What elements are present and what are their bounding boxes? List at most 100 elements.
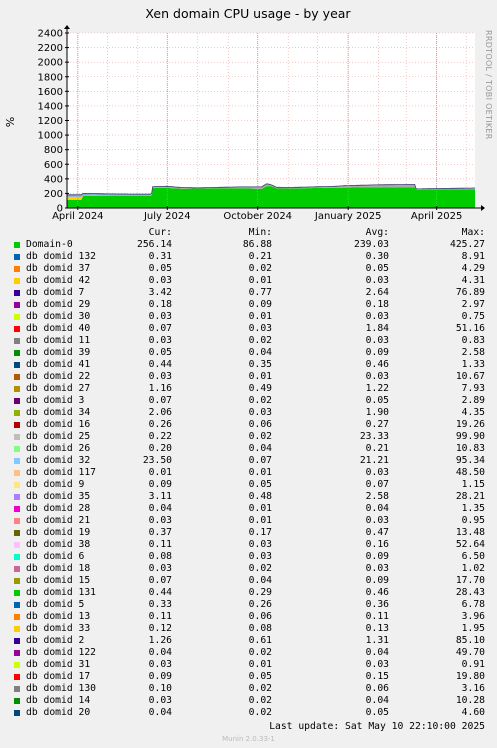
- x-tick-label: April 2024: [52, 211, 103, 222]
- legend-cur-value: 0.09: [148, 671, 172, 682]
- legend-series-name: db domid 33: [26, 623, 91, 634]
- legend-row: db domid 27 1.16 0.49 1.22 7.93: [12, 383, 487, 395]
- legend-min-value: 0.03: [248, 407, 272, 418]
- legend-max-value: 2.97: [461, 299, 485, 310]
- legend-min-value: 0.01: [248, 275, 272, 286]
- legend-cur-value: 0.31: [148, 251, 172, 262]
- legend-max-value: 3.96: [461, 611, 485, 622]
- legend-avg-value: 0.05: [365, 707, 389, 718]
- legend-series-name: db domid 28: [26, 503, 91, 514]
- legend-cur-value: 0.05: [148, 263, 172, 274]
- legend-row: db domid 34 2.06 0.03 1.90 4.35: [12, 407, 487, 419]
- legend-series-name: db domid 40: [26, 323, 91, 334]
- legend-swatch: [14, 638, 20, 644]
- legend-series-name: db domid 34: [26, 407, 91, 418]
- legend-row: db domid 35 3.11 0.48 2.58 28.21: [12, 491, 487, 503]
- legend-min-value: 0.09: [248, 299, 272, 310]
- legend-row: db domid 39 0.05 0.04 0.09 2.58: [12, 347, 487, 359]
- legend-max-value: 6.50: [461, 551, 485, 562]
- legend-avg-value: 0.04: [365, 647, 389, 658]
- legend-swatch: [14, 254, 20, 260]
- legend-avg-value: 0.18: [365, 299, 389, 310]
- legend-min-value: 0.29: [248, 587, 272, 598]
- legend-table: Cur: Min: Avg: Max: Domain-0 256.14 86.88 2…: [12, 227, 487, 719]
- legend-min-value: 0.77: [248, 287, 272, 298]
- legend-cur-value: 0.09: [148, 479, 172, 490]
- header-avg: Avg:: [365, 227, 389, 238]
- legend-avg-value: 0.03: [365, 311, 389, 322]
- y-axis-label: %: [4, 117, 17, 127]
- legend-swatch: [14, 698, 20, 704]
- rrdtool-credit: RRDTOOL / TOBI OETIKER: [484, 30, 493, 140]
- legend-min-value: 0.03: [248, 539, 272, 550]
- legend-min-value: 0.04: [248, 347, 272, 358]
- x-tick-label: October 2024: [223, 211, 292, 222]
- legend-cur-value: 0.03: [148, 335, 172, 346]
- legend-swatch: [14, 602, 20, 608]
- legend-row: db domid 2 1.26 0.61 1.31 85.10: [12, 635, 487, 647]
- legend-min-value: 86.88: [242, 239, 272, 250]
- legend-max-value: 0.75: [461, 311, 485, 322]
- legend-swatch: [14, 674, 20, 680]
- legend-cur-value: 0.22: [148, 431, 172, 442]
- legend-avg-value: 0.15: [365, 671, 389, 682]
- legend-max-value: 10.83: [455, 443, 485, 454]
- legend-swatch: [14, 350, 20, 356]
- legend-swatch: [14, 434, 20, 440]
- legend-row: db domid 13 0.11 0.06 0.11 3.96: [12, 611, 487, 623]
- legend-min-value: 0.03: [248, 551, 272, 562]
- y-tick-label: 1400: [38, 101, 63, 112]
- legend-avg-value: 23.33: [359, 431, 389, 442]
- legend-series-name: db domid 2: [26, 635, 85, 646]
- legend-min-value: 0.06: [248, 611, 272, 622]
- legend-row: db domid 17 0.09 0.05 0.15 19.80: [12, 671, 487, 683]
- legend-max-value: 51.16: [455, 323, 485, 334]
- legend-row: db domid 38 0.11 0.03 0.16 52.64: [12, 539, 487, 551]
- legend-swatch: [14, 398, 20, 404]
- legend-min-value: 0.04: [248, 575, 272, 586]
- y-tick-label: 1000: [38, 131, 63, 142]
- legend-swatch: [14, 482, 20, 488]
- legend-swatch: [14, 506, 20, 512]
- legend-min-value: 0.02: [248, 395, 272, 406]
- legend-avg-value: 21.21: [359, 455, 389, 466]
- legend-series-name: db domid 27: [26, 383, 91, 394]
- legend-min-value: 0.02: [248, 707, 272, 718]
- legend-avg-value: 0.05: [365, 395, 389, 406]
- legend-row: db domid 29 0.18 0.09 0.18 2.97: [12, 299, 487, 311]
- legend-max-value: 19.80: [455, 671, 485, 682]
- legend-max-value: 10.28: [455, 695, 485, 706]
- legend-row: db domid 130 0.10 0.02 0.06 3.16: [12, 683, 487, 695]
- legend-min-value: 0.05: [248, 671, 272, 682]
- legend-max-value: 3.16: [461, 683, 485, 694]
- legend-series-name: db domid 11: [26, 335, 91, 346]
- legend-header: Cur: Min: Avg: Max:: [12, 227, 487, 239]
- legend-swatch: [14, 650, 20, 656]
- y-tick-label: 800: [44, 145, 63, 156]
- legend-max-value: 2.89: [461, 395, 485, 406]
- legend-swatch: [14, 314, 20, 320]
- legend-row: db domid 42 0.03 0.01 0.03 4.31: [12, 275, 487, 287]
- legend-row: db domid 14 0.03 0.02 0.04 10.28: [12, 695, 487, 707]
- legend-max-value: 4.29: [461, 263, 485, 274]
- legend-swatch: [14, 242, 20, 248]
- legend-row: db domid 5 0.33 0.26 0.36 6.78: [12, 599, 487, 611]
- legend-max-value: 4.31: [461, 275, 485, 286]
- legend-min-value: 0.02: [248, 335, 272, 346]
- legend-swatch: [14, 410, 20, 416]
- legend-min-value: 0.07: [248, 455, 272, 466]
- legend-max-value: 2.58: [461, 347, 485, 358]
- legend-min-value: 0.01: [248, 503, 272, 514]
- y-tick-label: 2200: [38, 43, 63, 54]
- header-min: Min:: [248, 227, 272, 238]
- legend-row: db domid 30 0.03 0.01 0.03 0.75: [12, 311, 487, 323]
- legend-avg-value: 0.09: [365, 347, 389, 358]
- legend-cur-value: 0.03: [148, 371, 172, 382]
- legend-cur-value: 0.12: [148, 623, 172, 634]
- legend-cur-value: 3.42: [148, 287, 172, 298]
- legend-min-value: 0.01: [248, 371, 272, 382]
- legend-swatch: [14, 566, 20, 572]
- legend-avg-value: 0.03: [365, 371, 389, 382]
- legend-avg-value: 0.05: [365, 263, 389, 274]
- legend-cur-value: 0.10: [148, 683, 172, 694]
